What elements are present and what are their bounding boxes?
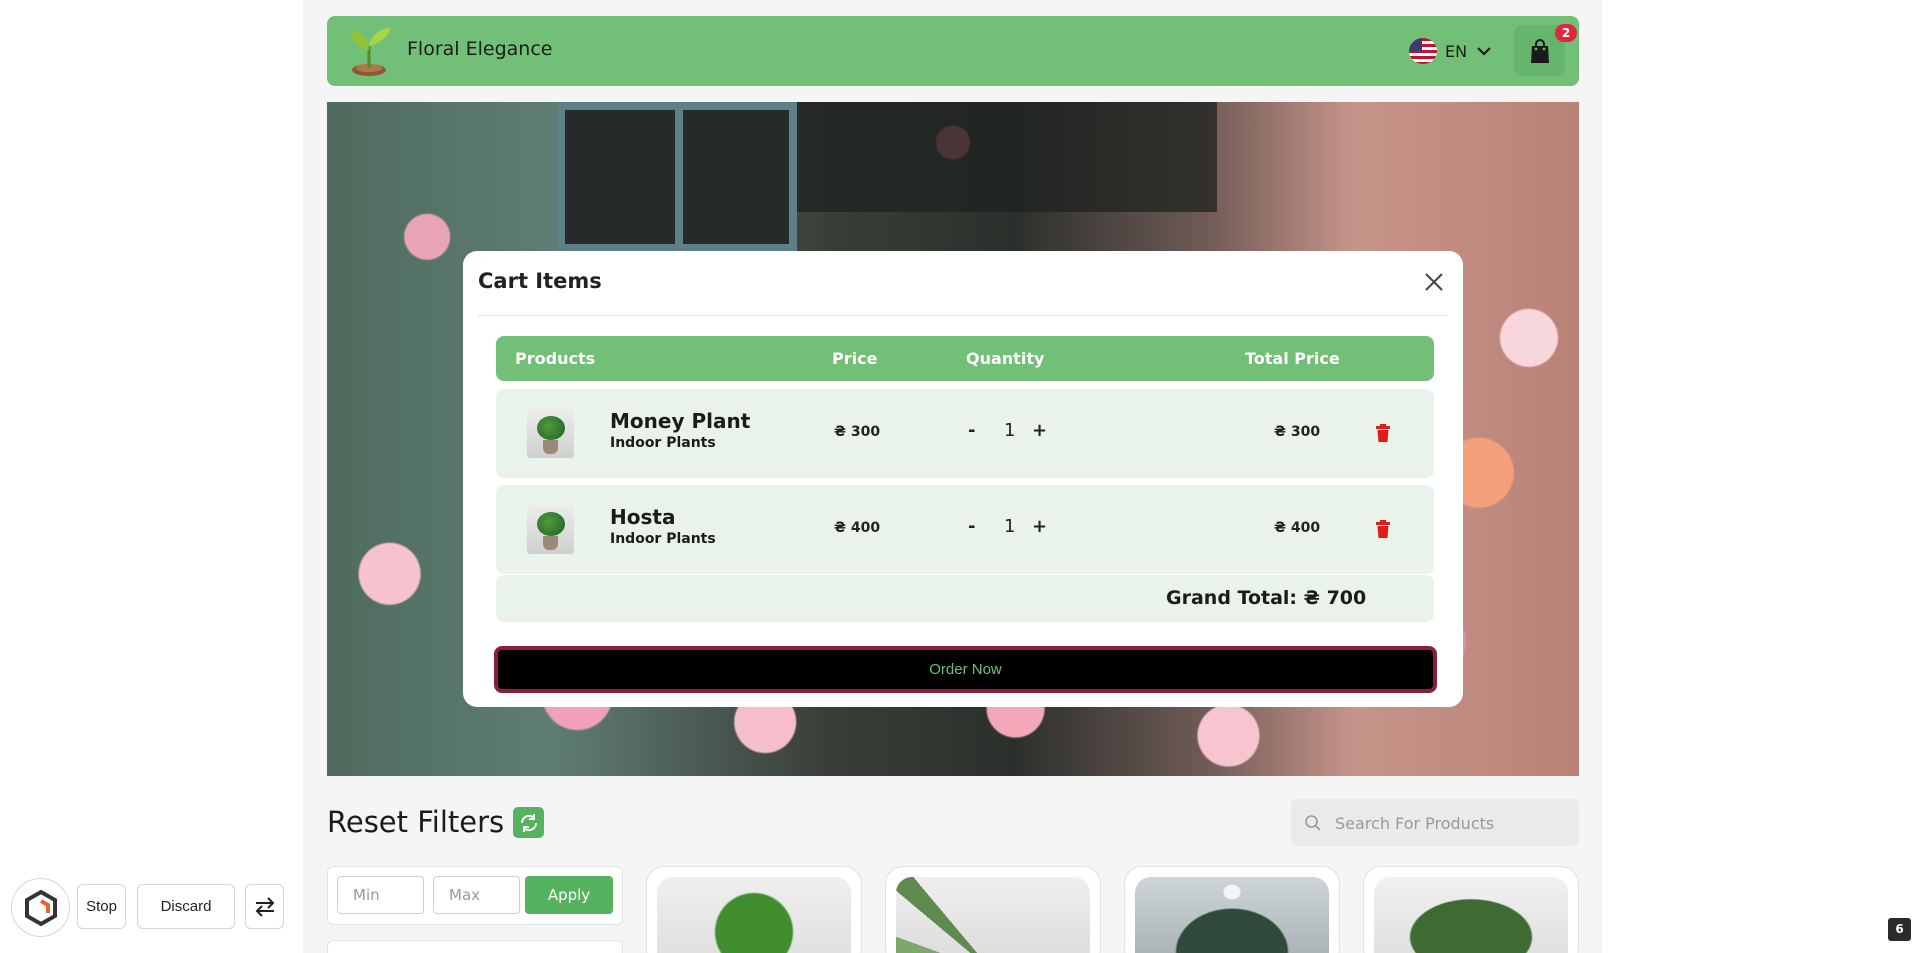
row-total: ₴ 400 bbox=[1274, 520, 1321, 536]
language-selector[interactable]: EN bbox=[1409, 34, 1493, 68]
brand-name[interactable]: Floral Elegance bbox=[407, 38, 552, 60]
max-price-input[interactable] bbox=[433, 876, 520, 914]
language-code: EN bbox=[1445, 41, 1468, 61]
product-price: ₴ 300 bbox=[834, 424, 881, 440]
column-total-price: Total Price bbox=[1245, 349, 1340, 368]
sprout-logo-icon[interactable] bbox=[341, 24, 397, 78]
product-card[interactable] bbox=[646, 866, 862, 953]
modal-title: Cart Items bbox=[478, 269, 602, 293]
discard-button[interactable]: Discard bbox=[137, 884, 235, 929]
product-price: ₴ 400 bbox=[834, 520, 881, 536]
extension-logo-icon[interactable] bbox=[11, 878, 70, 937]
trash-icon[interactable] bbox=[1375, 520, 1391, 538]
product-card[interactable] bbox=[885, 866, 1101, 953]
cart-modal: Cart Items Products Price Quantity Total… bbox=[463, 251, 1463, 707]
product-name: Hosta bbox=[610, 505, 676, 529]
column-quantity: Quantity bbox=[966, 349, 1045, 368]
category-filter-panel bbox=[327, 940, 623, 953]
grand-total: Grand Total: ₴ 700 bbox=[1166, 587, 1367, 609]
modal-divider bbox=[478, 315, 1448, 316]
product-image bbox=[1135, 877, 1329, 953]
corner-count-badge: 6 bbox=[1888, 918, 1911, 941]
product-thumbnail bbox=[527, 506, 574, 554]
product-name: Money Plant bbox=[610, 409, 751, 433]
swap-button[interactable] bbox=[245, 884, 284, 929]
cart-row: Hosta Indoor Plants ₴ 400 - 1 + ₴ 400 bbox=[496, 485, 1434, 574]
apply-filter-button[interactable]: Apply bbox=[525, 876, 613, 914]
product-thumbnail bbox=[527, 410, 574, 458]
hero-doorway-decoration bbox=[797, 102, 1217, 212]
column-price: Price bbox=[832, 349, 878, 368]
reset-filters-button[interactable] bbox=[513, 807, 544, 838]
product-image bbox=[657, 877, 851, 953]
product-card[interactable] bbox=[1124, 866, 1340, 953]
product-category: Indoor Plants bbox=[610, 435, 716, 451]
cart-row: Money Plant Indoor Plants ₴ 300 - 1 + ₴ … bbox=[496, 389, 1434, 478]
reset-filters-title: Reset Filters bbox=[327, 805, 505, 839]
product-image bbox=[1374, 877, 1568, 953]
increase-quantity-button[interactable]: + bbox=[1032, 420, 1047, 441]
min-price-input[interactable] bbox=[337, 876, 424, 914]
product-search bbox=[1291, 799, 1579, 846]
decrease-quantity-button[interactable]: - bbox=[968, 516, 975, 537]
stop-button[interactable]: Stop bbox=[77, 884, 126, 929]
order-now-button[interactable]: Order Now bbox=[494, 646, 1437, 693]
grand-total-bar: Grand Total: ₴ 700 bbox=[496, 575, 1434, 622]
close-icon[interactable] bbox=[1421, 269, 1447, 295]
product-card[interactable] bbox=[1363, 866, 1579, 953]
decrease-quantity-button[interactable]: - bbox=[968, 420, 975, 441]
hero-window-decoration bbox=[557, 102, 797, 252]
cart-count-badge: 2 bbox=[1555, 24, 1577, 42]
chevron-down-icon bbox=[1477, 47, 1491, 56]
us-flag-icon bbox=[1409, 38, 1437, 64]
product-image bbox=[896, 877, 1090, 953]
shopping-bag-icon bbox=[1530, 38, 1549, 63]
price-filter: Apply bbox=[327, 866, 623, 925]
quantity-value: 1 bbox=[1004, 420, 1016, 441]
extension-brand-icon bbox=[24, 889, 57, 926]
row-total: ₴ 300 bbox=[1274, 424, 1321, 440]
column-products: Products bbox=[515, 349, 596, 368]
trash-icon[interactable] bbox=[1375, 424, 1391, 442]
search-icon bbox=[1305, 815, 1321, 831]
product-category: Indoor Plants bbox=[610, 531, 716, 547]
refresh-icon bbox=[520, 813, 537, 832]
swap-arrows-icon bbox=[255, 896, 274, 917]
increase-quantity-button[interactable]: + bbox=[1032, 516, 1047, 537]
quantity-value: 1 bbox=[1004, 516, 1016, 537]
cart-table-header: Products Price Quantity Total Price bbox=[496, 336, 1434, 381]
site-header: Floral Elegance EN 2 bbox=[327, 16, 1579, 86]
search-input[interactable] bbox=[1335, 811, 1565, 835]
